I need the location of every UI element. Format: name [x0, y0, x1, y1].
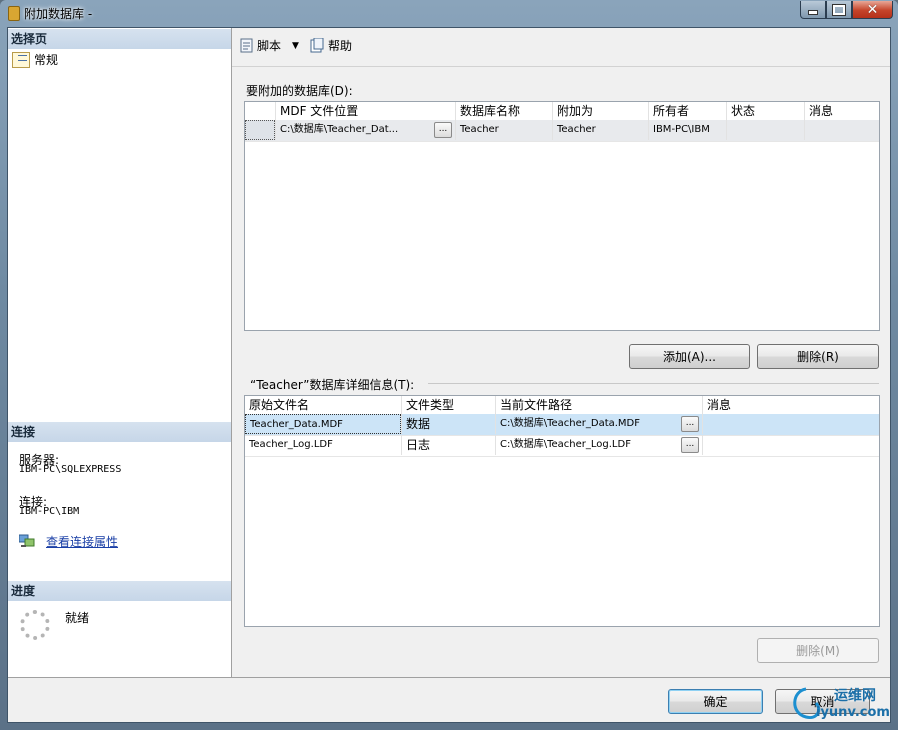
- page-item-label: 常规: [34, 53, 59, 67]
- database-icon: [8, 6, 20, 21]
- connection-properties-icon: [19, 534, 35, 547]
- minimize-button[interactable]: [800, 1, 826, 19]
- script-button[interactable]: 脚本 ▼: [238, 37, 299, 54]
- toolbar: 脚本 ▼ 帮助: [232, 28, 890, 67]
- attach-databases-grid[interactable]: MDF 文件位置 数据库名称 附加为 所有者 状态 消息 C:\数据库\Teac…: [244, 101, 880, 331]
- window-title: 附加数据库 -: [24, 7, 93, 21]
- script-label: 脚本: [257, 39, 282, 53]
- properties-page-icon: [12, 51, 30, 68]
- column-header-status[interactable]: 状态: [726, 102, 804, 120]
- detail-message-cell: [702, 414, 879, 434]
- owner-cell[interactable]: IBM-PC\IBM: [648, 120, 726, 140]
- current-path-cell[interactable]: C:\数据库\Teacher_Log.LDF: [495, 435, 682, 455]
- db-name-cell[interactable]: Teacher: [455, 120, 552, 140]
- column-header-detail-message[interactable]: 消息: [702, 396, 879, 414]
- file-type-cell[interactable]: 数据: [401, 414, 495, 434]
- view-connection-properties-link[interactable]: 查看连接属性: [46, 533, 118, 550]
- row-selector[interactable]: [245, 120, 275, 140]
- column-header-current-path[interactable]: 当前文件路径: [495, 396, 702, 414]
- attach-databases-label: 要附加的数据库(D):: [246, 84, 353, 98]
- original-file-cell[interactable]: Teacher_Data.MDF: [245, 414, 401, 434]
- database-details-label: “Teacher”数据库详细信息(T):: [250, 378, 415, 392]
- column-header-db-name[interactable]: 数据库名称: [455, 102, 552, 120]
- file-type-cell[interactable]: 日志: [401, 435, 495, 455]
- progress-spinner-icon: [20, 610, 50, 640]
- left-panel: 选择页 常规 连接 服务器: IBM-PC\SQLEXPRESS 连接: IBM…: [8, 28, 232, 677]
- server-value: IBM-PC\SQLEXPRESS: [19, 464, 122, 475]
- browse-path-button[interactable]: ...: [681, 437, 699, 453]
- details-grid-header: 原始文件名 文件类型 当前文件路径 消息: [245, 396, 879, 415]
- progress-header: 进度: [8, 581, 231, 601]
- database-details-grid[interactable]: 原始文件名 文件类型 当前文件路径 消息 Teacher_Data.MDF 数据…: [244, 395, 880, 627]
- watermark-text-cn: 运维网: [834, 688, 876, 704]
- maximize-button[interactable]: [826, 1, 852, 19]
- table-row[interactable]: Teacher_Data.MDF 数据 C:\数据库\Teacher_Data.…: [245, 414, 879, 436]
- column-header-file-type[interactable]: 文件类型: [401, 396, 495, 414]
- select-page-header: 选择页: [8, 29, 231, 49]
- help-icon: [310, 37, 324, 52]
- group-divider: [428, 383, 879, 384]
- close-button[interactable]: ✕: [852, 1, 893, 19]
- progress-status: 就绪: [65, 611, 90, 625]
- connection-header: 连接: [8, 422, 231, 442]
- page-item-general[interactable]: 常规: [12, 51, 58, 68]
- close-icon: ✕: [866, 1, 879, 18]
- original-file-cell[interactable]: Teacher_Log.LDF: [245, 435, 401, 455]
- footer-divider: [8, 677, 890, 678]
- column-header-original-file[interactable]: 原始文件名: [245, 396, 401, 414]
- add-button[interactable]: 添加(A)...: [629, 344, 750, 369]
- attach-grid-header: MDF 文件位置 数据库名称 附加为 所有者 状态 消息: [245, 102, 879, 121]
- status-cell: [726, 120, 804, 140]
- watermark-text-url: iyunv.com: [816, 705, 890, 720]
- current-path-cell[interactable]: C:\数据库\Teacher_Data.MDF: [495, 414, 682, 434]
- maximize-icon: [832, 3, 846, 16]
- dialog-window: 附加数据库 - ✕ 选择页 常规 连接 服务器: IBM-PC\SQLEXPRE…: [0, 0, 898, 730]
- column-header-attach-as[interactable]: 附加为: [552, 102, 648, 120]
- title-bar[interactable]: 附加数据库 - ✕: [0, 0, 898, 26]
- help-button[interactable]: 帮助: [309, 37, 352, 54]
- chevron-down-icon[interactable]: ▼: [292, 41, 299, 51]
- minimize-icon: [808, 10, 818, 15]
- browse-path-button[interactable]: ...: [681, 416, 699, 432]
- dialog-client-area: 选择页 常规 连接 服务器: IBM-PC\SQLEXPRESS 连接: IBM…: [7, 27, 891, 723]
- attach-as-cell[interactable]: Teacher: [552, 120, 648, 140]
- column-header-message[interactable]: 消息: [804, 102, 879, 120]
- browse-mdf-button[interactable]: ...: [434, 122, 452, 138]
- connection-value: IBM-PC\IBM: [19, 506, 80, 517]
- table-row[interactable]: Teacher_Log.LDF 日志 C:\数据库\Teacher_Log.LD…: [245, 435, 879, 457]
- table-row[interactable]: C:\数据库\Teacher_Dat... ... Teacher Teache…: [245, 120, 879, 142]
- message-cell: [804, 120, 879, 140]
- mdf-location-cell[interactable]: C:\数据库\Teacher_Dat...: [275, 120, 435, 140]
- column-header-owner[interactable]: 所有者: [648, 102, 726, 120]
- help-label: 帮助: [328, 39, 353, 53]
- column-header-mdf[interactable]: MDF 文件位置: [275, 102, 455, 120]
- watermark-logo: 运维网 iyunv.com: [788, 683, 890, 723]
- script-icon: [240, 38, 253, 52]
- ok-button[interactable]: 确定: [668, 689, 763, 714]
- remove-file-button[interactable]: 删除(M): [757, 638, 879, 663]
- remove-database-button[interactable]: 删除(R): [757, 344, 879, 369]
- detail-message-cell: [702, 435, 879, 455]
